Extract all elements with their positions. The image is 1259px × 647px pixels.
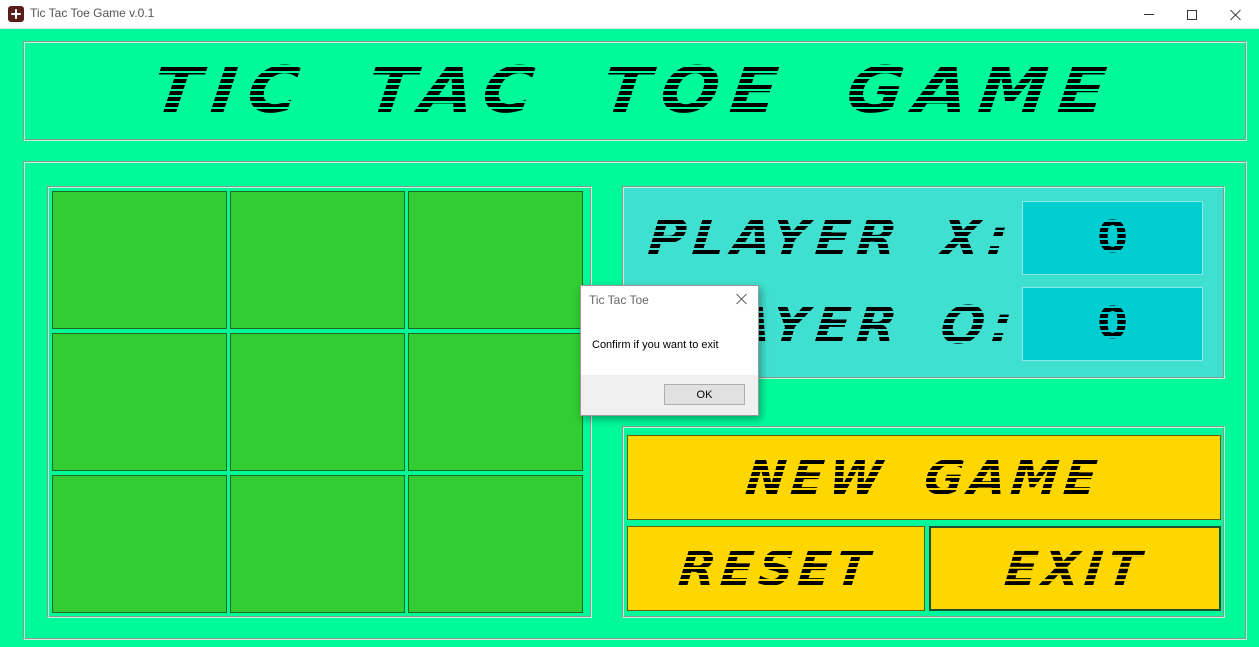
reset-button[interactable]: RESET	[627, 526, 925, 611]
dialog-ok-button[interactable]: OK	[664, 384, 745, 405]
board-frame	[47, 186, 592, 618]
maximize-button[interactable]	[1169, 0, 1215, 29]
dialog-footer: OK	[581, 375, 758, 415]
new-game-label: NEW GAME	[743, 449, 1105, 506]
board-cell-4[interactable]	[52, 333, 227, 471]
board-cell-5[interactable]	[230, 333, 405, 471]
player-x-score-box: 0	[1022, 201, 1203, 275]
maximize-icon	[1187, 9, 1197, 20]
dialog-title: Tic Tac Toe	[589, 293, 649, 307]
player-x-label: PLAYER X:	[644, 209, 1017, 269]
player-x-score: 0	[1097, 212, 1128, 263]
close-window-button[interactable]	[1213, 0, 1259, 29]
close-icon	[1230, 9, 1242, 21]
exit-button[interactable]: EXIT	[929, 526, 1221, 611]
board-cell-7[interactable]	[52, 475, 227, 613]
dialog-message: Confirm if you want to exit	[592, 339, 719, 351]
player-o-score: 0	[1097, 298, 1128, 349]
exit-label: EXIT	[1001, 540, 1149, 597]
board-cell-1[interactable]	[52, 191, 227, 329]
app-icon	[8, 6, 24, 22]
window-titlebar: Tic Tac Toe Game v.0.1	[0, 0, 1259, 29]
exit-confirm-dialog: Tic Tac Toe Confirm if you want to exit …	[580, 285, 759, 416]
window-title: Tic Tac Toe Game v.0.1	[30, 6, 155, 20]
board-cell-8[interactable]	[230, 475, 405, 613]
player-o-score-box: 0	[1022, 287, 1203, 361]
reset-label: RESET	[675, 540, 877, 597]
minimize-button[interactable]	[1126, 0, 1172, 29]
dialog-close-icon[interactable]	[735, 292, 749, 306]
new-game-button[interactable]: NEW GAME	[627, 435, 1221, 520]
header-panel: TIC TAC TOE GAME	[23, 41, 1247, 141]
button-panel: NEW GAME RESET EXIT	[622, 426, 1225, 618]
game-title: TIC TAC TOE GAME	[0, 43, 1259, 139]
board-cell-9[interactable]	[408, 475, 583, 613]
board-cell-6[interactable]	[408, 333, 583, 471]
board-cell-2[interactable]	[230, 191, 405, 329]
minimize-icon	[1144, 14, 1154, 15]
game-board	[52, 191, 583, 613]
board-cell-3[interactable]	[408, 191, 583, 329]
